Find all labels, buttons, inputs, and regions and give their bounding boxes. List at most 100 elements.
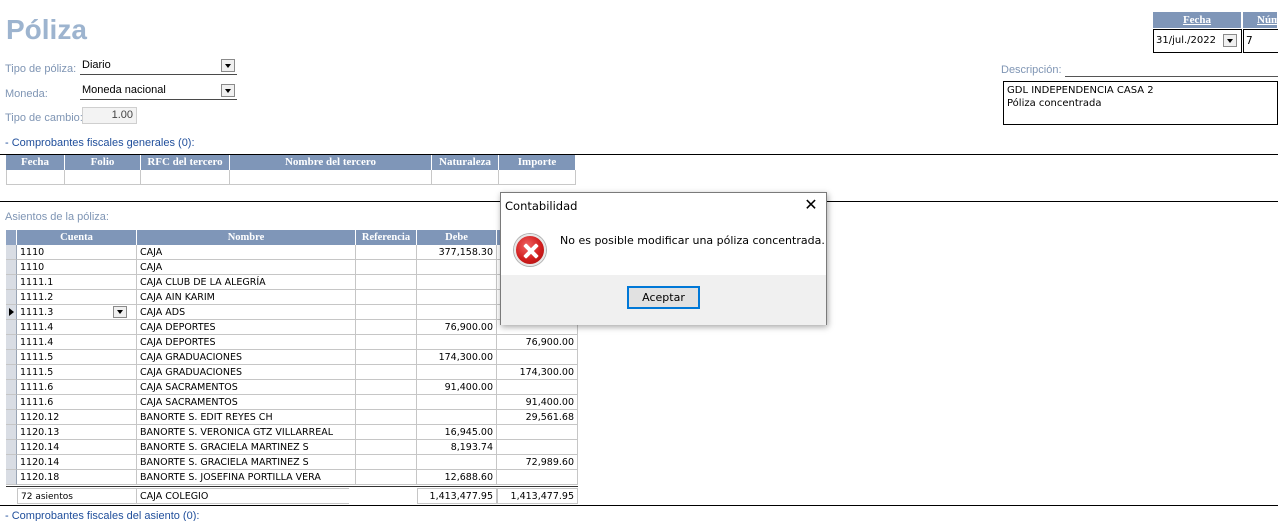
col-importe[interactable]: Importe xyxy=(499,155,576,170)
cell-debe[interactable] xyxy=(417,305,497,320)
cell-cuenta[interactable]: 1111.5 xyxy=(17,350,137,365)
cell-referencia[interactable] xyxy=(356,290,417,305)
cell-cuenta[interactable]: 1111.1 xyxy=(17,275,137,290)
cell-haber[interactable] xyxy=(497,380,578,395)
chevron-down-icon[interactable] xyxy=(221,59,235,72)
row-selector[interactable] xyxy=(6,290,17,305)
table-row[interactable]: 1110 CAJA xyxy=(6,260,578,275)
moneda-select[interactable]: Moneda nacional xyxy=(80,83,237,100)
cell-debe[interactable]: 8,193.74 xyxy=(417,440,497,455)
table-row[interactable]: 1111.2 CAJA AIN KARIM xyxy=(6,290,578,305)
cell-cuenta[interactable]: 1110 xyxy=(17,260,137,275)
tipo-cambio-input[interactable]: 1.00 xyxy=(82,107,137,124)
col-rfc[interactable]: RFC del tercero xyxy=(141,155,230,170)
current-row-indicator[interactable] xyxy=(6,305,17,320)
cell-referencia[interactable] xyxy=(356,455,417,470)
col-nombre-tercero[interactable]: Nombre del tercero xyxy=(230,155,432,170)
col-fecha[interactable]: Fecha xyxy=(6,155,65,170)
cell-cuenta[interactable]: 1120.14 xyxy=(17,455,137,470)
row-selector[interactable] xyxy=(6,365,17,380)
cell-referencia[interactable] xyxy=(356,260,417,275)
table-row[interactable]: 1110 CAJA 377,158.30 xyxy=(6,245,578,260)
row-selector[interactable] xyxy=(6,320,17,335)
row-selector[interactable] xyxy=(6,410,17,425)
cell-nombre[interactable]: BANORTE S. GRACIELA MARTINEZ S xyxy=(137,455,356,470)
table-row[interactable]: 1120.14 BANORTE S. GRACIELA MARTINEZ S 72,… xyxy=(6,455,578,470)
row-selector[interactable] xyxy=(6,455,17,470)
cell-nombre[interactable]: CAJA CLUB DE LA ALEGRÍA xyxy=(137,275,356,290)
fiscales-asiento-label[interactable]: - Comprobantes fiscales del asiento (0): xyxy=(5,510,199,521)
cell-debe[interactable]: 16,945.00 xyxy=(417,425,497,440)
empty-cell[interactable] xyxy=(141,170,230,185)
cell-debe[interactable]: 12,688.60 xyxy=(417,470,497,485)
empty-cell[interactable] xyxy=(230,170,432,185)
table-row[interactable]: 1111.3 CAJA ADS xyxy=(6,305,578,320)
table-row[interactable]: 1120.14 BANORTE S. GRACIELA MARTINEZ S 8,1… xyxy=(6,440,578,455)
table-row[interactable]: 1111.5 CAJA GRADUACIONES 174,300.00 xyxy=(6,350,578,365)
empty-cell[interactable] xyxy=(65,170,141,185)
cell-debe[interactable] xyxy=(417,365,497,380)
table-row[interactable]: 1111.5 CAJA GRADUACIONES 174,300.00 xyxy=(6,365,578,380)
cell-nombre[interactable]: CAJA GRADUACIONES xyxy=(137,350,356,365)
cell-nombre[interactable]: BANORTE S. GRACIELA MARTINEZ S xyxy=(137,440,356,455)
col-nombre[interactable]: Nombre xyxy=(137,230,356,245)
tipo-poliza-select[interactable]: Diario xyxy=(80,58,237,75)
cell-haber[interactable] xyxy=(497,425,578,440)
cell-referencia[interactable] xyxy=(356,470,417,485)
row-selector[interactable] xyxy=(6,260,17,275)
cell-referencia[interactable] xyxy=(356,410,417,425)
cell-nombre[interactable]: BANORTE S. JOSEFINA PORTILLA VERA xyxy=(137,470,356,485)
cell-debe[interactable] xyxy=(417,395,497,410)
cell-debe[interactable] xyxy=(417,455,497,470)
row-selector[interactable] xyxy=(6,470,17,485)
cell-haber[interactable]: 29,561.68 xyxy=(497,410,578,425)
empty-cell[interactable] xyxy=(499,170,576,185)
col-debe[interactable]: Debe xyxy=(417,230,497,245)
cell-referencia[interactable] xyxy=(356,320,417,335)
row-selector[interactable] xyxy=(6,380,17,395)
fecha-dropdown-icon[interactable] xyxy=(1223,34,1237,47)
cell-haber[interactable]: 174,300.00 xyxy=(497,365,578,380)
cell-nombre[interactable]: CAJA xyxy=(137,245,356,260)
empty-cell[interactable] xyxy=(6,170,65,185)
table-row[interactable]: 1111.1 CAJA CLUB DE LA ALEGRÍA xyxy=(6,275,578,290)
cell-cuenta[interactable]: 1111.4 xyxy=(17,320,137,335)
cell-nombre[interactable]: CAJA ADS xyxy=(137,305,356,320)
fecha-picker[interactable]: 31/jul./2022 xyxy=(1153,29,1242,53)
cell-cuenta[interactable]: 1120.12 xyxy=(17,410,137,425)
col-naturaleza[interactable]: Naturaleza xyxy=(432,155,499,170)
cell-debe[interactable] xyxy=(417,260,497,275)
cell-haber[interactable] xyxy=(497,470,578,485)
fiscales-generales-label[interactable]: - Comprobantes fiscales generales (0): xyxy=(5,137,195,149)
table-row[interactable]: 1111.6 CAJA SACRAMENTOS 91,400.00 xyxy=(6,395,578,410)
col-cuenta[interactable]: Cuenta xyxy=(17,230,137,245)
cell-nombre[interactable]: CAJA GRADUACIONES xyxy=(137,365,356,380)
cell-cuenta[interactable]: 1110 xyxy=(17,245,137,260)
cell-debe[interactable] xyxy=(417,275,497,290)
cell-referencia[interactable] xyxy=(356,305,417,320)
descripcion-textarea[interactable]: GDL INDEPENDENCIA CASA 2 Póliza concentr… xyxy=(1003,81,1278,125)
cell-debe[interactable]: 174,300.00 xyxy=(417,350,497,365)
cell-referencia[interactable] xyxy=(356,365,417,380)
cuenta-dropdown-icon[interactable] xyxy=(113,306,127,318)
accept-button[interactable]: Aceptar xyxy=(627,286,700,309)
cell-debe[interactable] xyxy=(417,335,497,350)
row-selector[interactable] xyxy=(6,425,17,440)
chevron-down-icon[interactable] xyxy=(221,84,235,97)
cell-referencia[interactable] xyxy=(356,380,417,395)
cell-referencia[interactable] xyxy=(356,275,417,290)
cell-debe[interactable]: 91,400.00 xyxy=(417,380,497,395)
cell-haber[interactable]: 72,989.60 xyxy=(497,455,578,470)
col-referencia[interactable]: Referencia xyxy=(356,230,417,245)
cell-referencia[interactable] xyxy=(356,425,417,440)
cell-cuenta[interactable]: 1120.14 xyxy=(17,440,137,455)
cell-nombre[interactable]: CAJA AIN KARIM xyxy=(137,290,356,305)
table-row[interactable]: 1111.4 CAJA DEPORTES 76,900.00 xyxy=(6,335,578,350)
cell-nombre[interactable]: CAJA SACRAMENTOS xyxy=(137,395,356,410)
table-row[interactable]: 1120.13 BANORTE S. VERONICA GTZ VILLARREA… xyxy=(6,425,578,440)
cell-debe[interactable] xyxy=(417,290,497,305)
cell-referencia[interactable] xyxy=(356,335,417,350)
row-selector[interactable] xyxy=(6,440,17,455)
cell-debe[interactable]: 377,158.30 xyxy=(417,245,497,260)
cell-nombre[interactable]: BANORTE S. EDIT REYES CH xyxy=(137,410,356,425)
